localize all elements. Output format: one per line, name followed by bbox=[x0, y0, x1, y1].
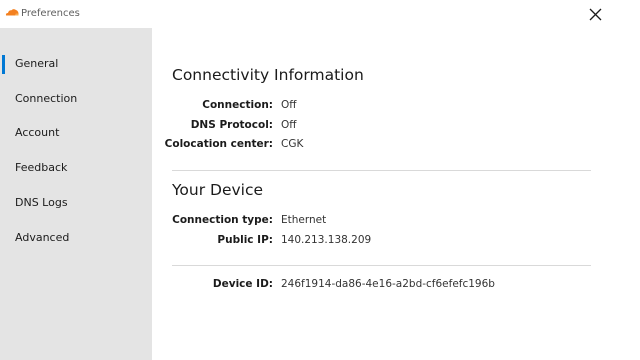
sidebar-item-feedback[interactable]: Feedback bbox=[0, 157, 152, 179]
colocation-row: Colocation center: CGK bbox=[152, 137, 640, 153]
device-id-value[interactable]: 246f1914-da86-4e16-a2bd-cf6efefc196b bbox=[281, 277, 495, 291]
connection-row: Connection: Off bbox=[152, 98, 640, 114]
device-id-key: Device ID: bbox=[212, 278, 273, 290]
divider bbox=[172, 170, 591, 171]
selected-indicator bbox=[2, 55, 5, 74]
sidebar: General Connection Account Feedback DNS … bbox=[0, 28, 152, 360]
close-icon[interactable] bbox=[586, 5, 606, 25]
dns-protocol-key: DNS Protocol: bbox=[190, 119, 273, 131]
sidebar-item-connection[interactable]: Connection bbox=[0, 88, 152, 110]
sidebar-item-label: Connection bbox=[15, 92, 78, 105]
sidebar-item-label: Feedback bbox=[15, 161, 68, 174]
colocation-key: Colocation center: bbox=[164, 138, 273, 150]
sidebar-item-label: Account bbox=[15, 126, 60, 139]
connection-key: Connection: bbox=[202, 99, 273, 111]
connection-type-row: Connection type: Ethernet bbox=[152, 213, 640, 229]
dns-protocol-row: DNS Protocol: Off bbox=[152, 118, 640, 134]
connection-type-key: Connection type: bbox=[172, 214, 273, 226]
public-ip-key: Public IP: bbox=[217, 234, 273, 246]
public-ip-row: Public IP: 140.213.138.209 bbox=[152, 233, 640, 249]
sidebar-item-advanced[interactable]: Advanced bbox=[0, 227, 152, 249]
sidebar-item-account[interactable]: Account bbox=[0, 122, 152, 144]
sidebar-item-label: Advanced bbox=[15, 231, 70, 244]
connectivity-title: Connectivity Information bbox=[172, 66, 364, 84]
dns-protocol-value: Off bbox=[281, 119, 297, 131]
sidebar-item-general[interactable]: General bbox=[0, 53, 152, 75]
device-id-row: Device ID: 246f1914-da86-4e16-a2bd-cf6ef… bbox=[152, 277, 640, 293]
public-ip-value: 140.213.138.209 bbox=[281, 234, 372, 246]
preferences-window: Preferences General Connection Account F… bbox=[0, 0, 640, 360]
colocation-value: CGK bbox=[281, 138, 304, 150]
connection-value: Off bbox=[281, 99, 297, 111]
sidebar-item-dns-logs[interactable]: DNS Logs bbox=[0, 192, 152, 214]
device-title: Your Device bbox=[172, 181, 264, 199]
cloud-icon bbox=[5, 9, 19, 16]
window-title: Preferences bbox=[21, 8, 80, 19]
title-bar: Preferences bbox=[0, 0, 640, 28]
general-content: Connectivity Information Connection: Off… bbox=[152, 28, 640, 360]
divider bbox=[172, 265, 591, 266]
sidebar-item-label: DNS Logs bbox=[15, 196, 68, 209]
connection-type-value: Ethernet bbox=[281, 214, 327, 226]
sidebar-item-label: General bbox=[15, 57, 59, 70]
